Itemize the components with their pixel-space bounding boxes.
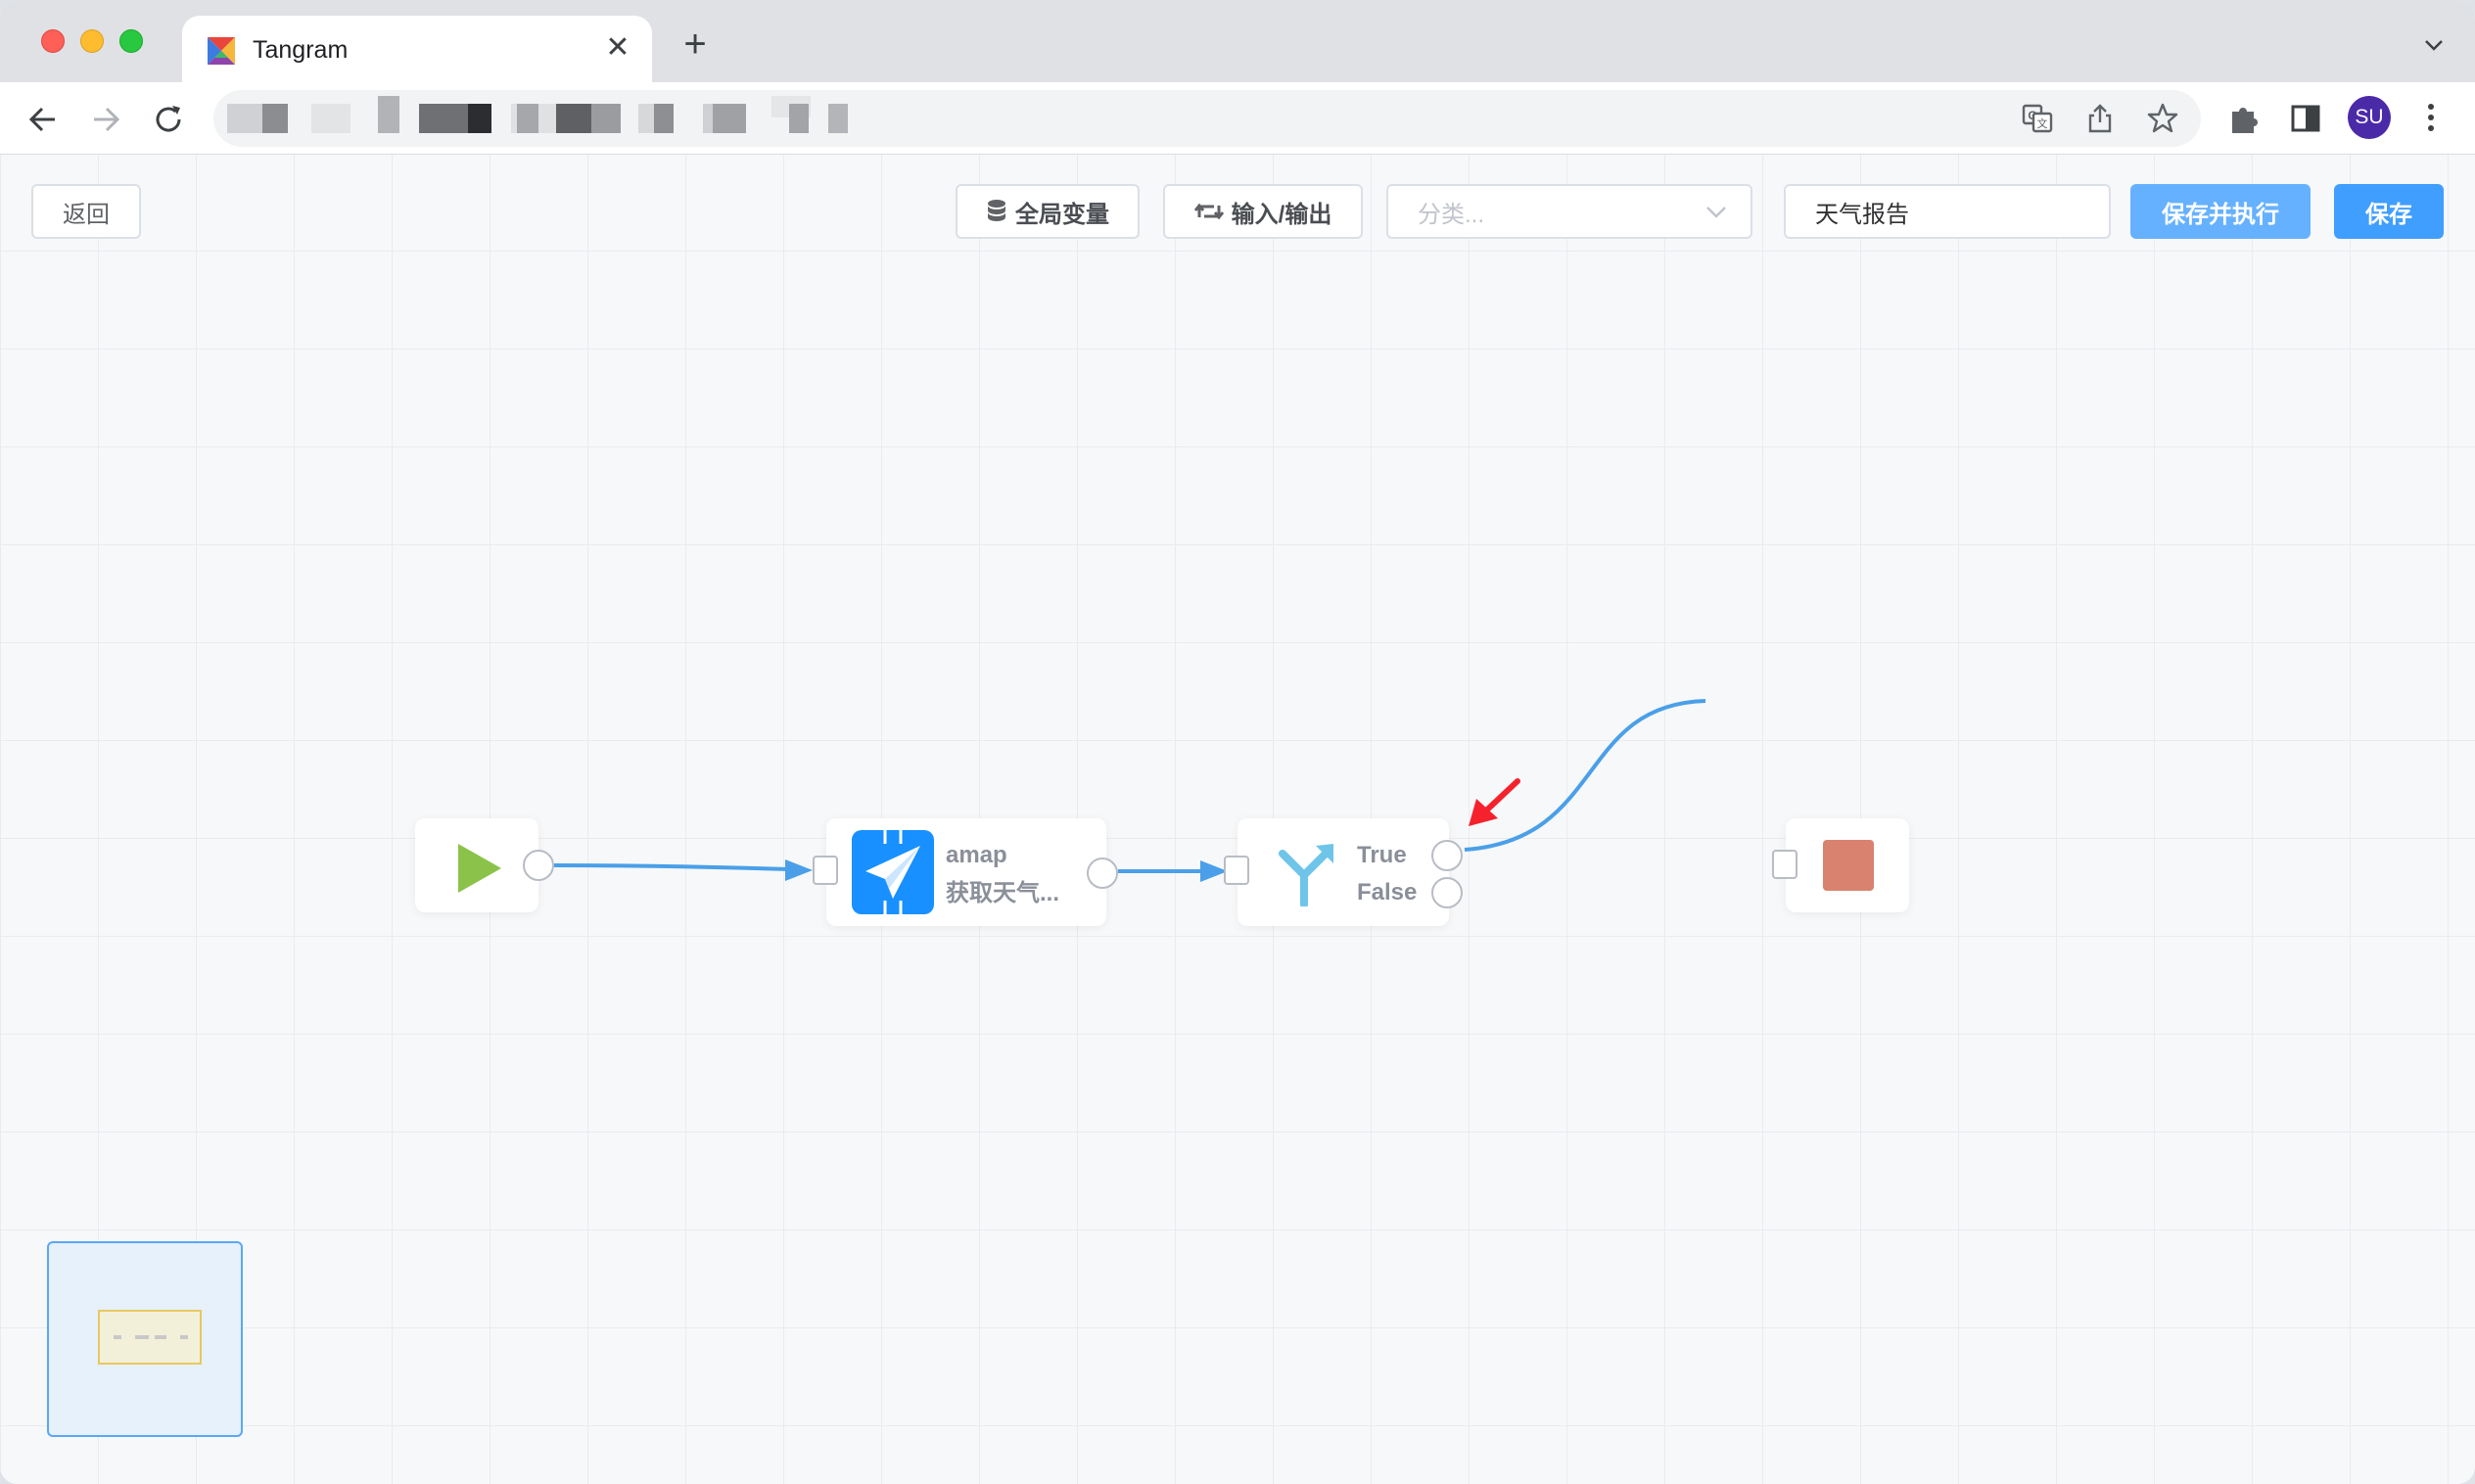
minimap-nodes [114,1335,188,1339]
true-output-port[interactable] [1431,840,1463,871]
amap-node-title: amap [946,842,1007,868]
browser-toolbar: G 文 SU [0,82,2475,155]
minimize-window-button[interactable] [80,29,104,53]
svg-text:文: 文 [2037,116,2048,130]
tab-search-chevron-icon[interactable] [2422,33,2446,57]
condition-node[interactable]: True False [1224,818,1463,926]
reload-icon[interactable] [149,100,188,139]
amap-input-port[interactable] [813,856,838,885]
edge-arrow-amap [785,859,813,881]
more-menu-icon[interactable] [2416,98,2446,137]
end-input-port[interactable] [1772,850,1798,879]
true-branch-label: True [1357,842,1407,868]
edge-dragging-true [1464,699,1706,852]
branch-icon [1279,844,1333,906]
condition-input-port[interactable] [1224,856,1249,885]
end-node[interactable] [1772,818,1909,912]
flow-editor: 返回 全局变量 输入/输出 分类... 天气报告 保存并执行 保存 amap 获… [0,155,2475,1484]
share-icon[interactable] [2083,102,2117,135]
amap-node[interactable]: amap 获取天气... [813,818,1118,926]
start-node[interactable] [415,818,554,912]
tab-strip: Tangram ✕ + [0,0,2475,82]
flow-edges [553,699,1706,882]
play-icon [458,844,501,893]
start-output-port[interactable] [523,850,554,881]
browser-window: Tangram ✕ + 文 SU 返回 全局变量 输入/输出 分类... 天气报… [0,0,2475,1484]
extensions-puzzle-icon[interactable] [2224,100,2262,137]
tab-close-icon[interactable]: ✕ [601,31,634,65]
tab-title: Tangram [253,36,349,64]
profile-avatar[interactable]: SU [2348,96,2391,139]
back-arrow-icon[interactable] [23,100,63,139]
new-tab-button[interactable]: + [677,24,713,64]
amap-node-subtitle: 获取天气... [946,880,1060,906]
blurred-url [227,96,864,133]
false-output-port[interactable] [1431,877,1463,908]
red-annotation-arrow-icon [1469,778,1520,826]
minimap-viewport[interactable] [98,1310,202,1365]
tab-tangram[interactable]: Tangram ✕ [182,16,652,82]
amap-output-port[interactable] [1087,858,1118,889]
address-bar[interactable]: G 文 [213,90,2201,147]
false-branch-label: False [1357,879,1418,905]
tangram-logo-icon [208,37,235,65]
edge-start-to-amap [553,863,790,871]
stop-icon [1823,840,1874,891]
paper-plane-icon [852,830,934,914]
maximize-window-button[interactable] [119,29,143,53]
close-window-button[interactable] [41,29,65,53]
side-panel-icon[interactable] [2287,100,2324,137]
forward-arrow-icon[interactable] [86,100,125,139]
bookmark-star-icon[interactable] [2146,102,2179,135]
translate-icon[interactable]: G 文 [2021,102,2054,135]
minimap[interactable] [47,1241,243,1437]
